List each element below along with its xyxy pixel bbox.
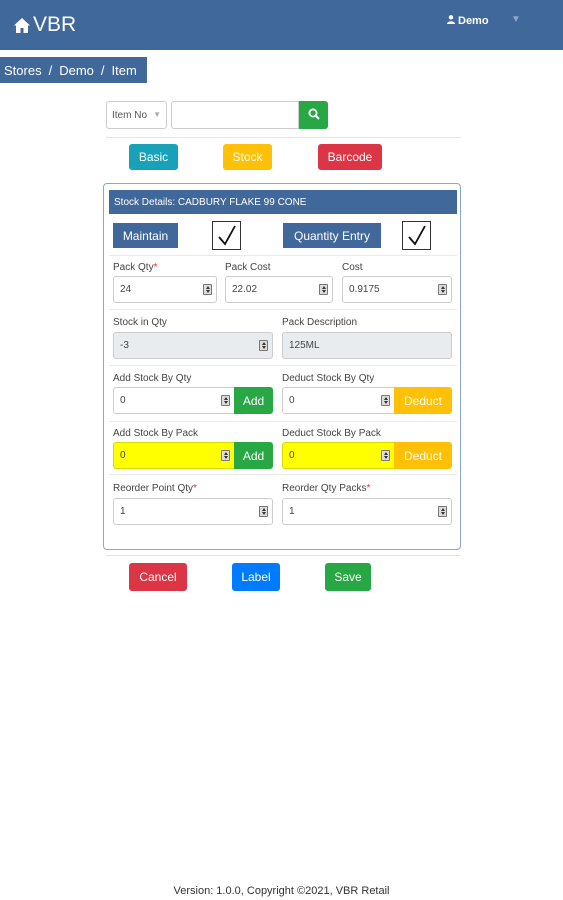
quantity-entry-checkbox[interactable] [402,221,431,250]
divider [109,309,457,310]
pack-qty-label: Pack Qty* [113,262,158,273]
caret-down-icon[interactable]: ▼ [511,14,521,25]
divider [109,365,457,366]
user-icon [447,15,455,27]
maintain-label: Maintain [113,223,178,248]
pack-description-value: 125ML [289,340,320,351]
divider [109,421,457,422]
deduct-stock-by-qty-label: Deduct Stock By Qty [282,373,375,384]
brand-name: VBR [33,13,77,36]
divider [109,474,457,475]
breadcrumb: Stores / Demo / Item [0,57,147,83]
spinner-icon[interactable] [381,395,390,406]
spinner-icon[interactable] [221,450,230,461]
spinner-icon[interactable] [259,506,268,517]
user-name: Demo [458,15,489,27]
add-stock-by-pack-input[interactable]: 0 [113,442,235,469]
search-button[interactable] [299,101,328,129]
divider [106,555,461,556]
spinner-icon[interactable] [381,450,390,461]
divider [109,255,457,256]
pack-cost-label: Pack Cost [225,262,271,273]
search-bar: Item No ▼ [106,101,328,129]
spinner-icon[interactable] [438,284,447,295]
stock-details-card: Stock Details: CADBURY FLAKE 99 CONE Mai… [103,183,461,550]
cancel-button[interactable]: Cancel [129,563,187,591]
stock-in-qty-label: Stock in Qty [113,317,167,328]
reorder-qty-packs-label: Reorder Qty Packs* [282,483,371,494]
search-type-select[interactable]: Item No ▼ [106,101,167,129]
pack-cost-value: 22.02 [232,284,258,295]
save-button[interactable]: Save [325,563,371,591]
spinner-icon[interactable] [438,506,447,517]
breadcrumb-item-item: Item [111,62,137,78]
breadcrumb-separator: / [48,62,53,78]
spinner-icon[interactable] [221,395,230,406]
reorder-qty-packs-input[interactable]: 1 [282,498,452,525]
barcode-button[interactable]: Barcode [318,144,382,170]
add-stock-by-pack-button[interactable]: Add [234,442,273,469]
deduct-stock-by-qty-input[interactable]: 0 [282,387,395,414]
search-input[interactable] [171,101,299,129]
user-menu[interactable]: Demo [447,15,489,27]
pack-description-label: Pack Description [282,317,358,328]
reorder-point-qty-label: Reorder Point Qty* [113,483,197,494]
quantity-entry-label: Quantity Entry [283,223,381,248]
add-stock-by-qty-value: 0 [120,395,126,406]
cost-label: Cost [342,262,363,273]
reorder-qty-packs-value: 1 [289,506,295,517]
footer-version: Version: 1.0.0, Copyright ©2021, VBR Ret… [173,885,390,897]
pack-cost-input[interactable]: 22.02 [225,276,333,303]
add-stock-by-qty-button[interactable]: Add [234,387,273,414]
add-stock-by-qty-input[interactable]: 0 [113,387,235,414]
home-icon [13,17,31,34]
divider [106,137,461,138]
reorder-point-qty-input[interactable]: 1 [113,498,273,525]
pack-description-input: 125ML [282,332,452,359]
deduct-stock-by-pack-input[interactable]: 0 [282,442,395,469]
add-stock-by-pack-label: Add Stock By Pack [113,428,199,439]
cost-input[interactable]: 0.9175 [342,276,452,303]
spinner-icon [259,340,268,351]
breadcrumb-item-demo[interactable]: Demo [59,63,94,78]
chevron-down-icon: ▼ [153,110,161,119]
add-stock-by-qty-label: Add Stock By Qty [113,373,192,384]
spinner-icon[interactable] [319,284,328,295]
breadcrumb-separator: / [100,62,105,78]
label-button[interactable]: Label [232,563,280,591]
stock-button[interactable]: Stock [223,144,272,170]
spinner-icon[interactable] [203,284,212,295]
basic-button[interactable]: Basic [129,144,178,170]
top-navbar: VBR Demo ▼ [0,0,563,50]
search-icon [308,108,320,123]
deduct-stock-by-qty-value: 0 [289,395,295,406]
deduct-stock-by-pack-button[interactable]: Deduct [394,442,452,469]
pack-qty-value: 24 [120,284,132,295]
search-type-value: Item No [112,109,148,121]
breadcrumb-item-stores[interactable]: Stores [4,63,42,78]
stock-in-qty-value: -3 [120,340,129,351]
pack-qty-input[interactable]: 24 [113,276,217,303]
stock-in-qty-input: -3 [113,332,273,359]
reorder-point-qty-value: 1 [120,506,126,517]
deduct-stock-by-pack-value: 0 [289,450,295,461]
brand-link[interactable]: VBR [13,13,76,37]
maintain-checkbox[interactable] [212,221,241,250]
deduct-stock-by-qty-button[interactable]: Deduct [394,387,452,414]
cost-value: 0.9175 [349,284,380,295]
deduct-stock-by-pack-label: Deduct Stock By Pack [282,428,381,439]
card-header: Stock Details: CADBURY FLAKE 99 CONE [109,190,457,214]
add-stock-by-pack-value: 0 [120,450,126,461]
